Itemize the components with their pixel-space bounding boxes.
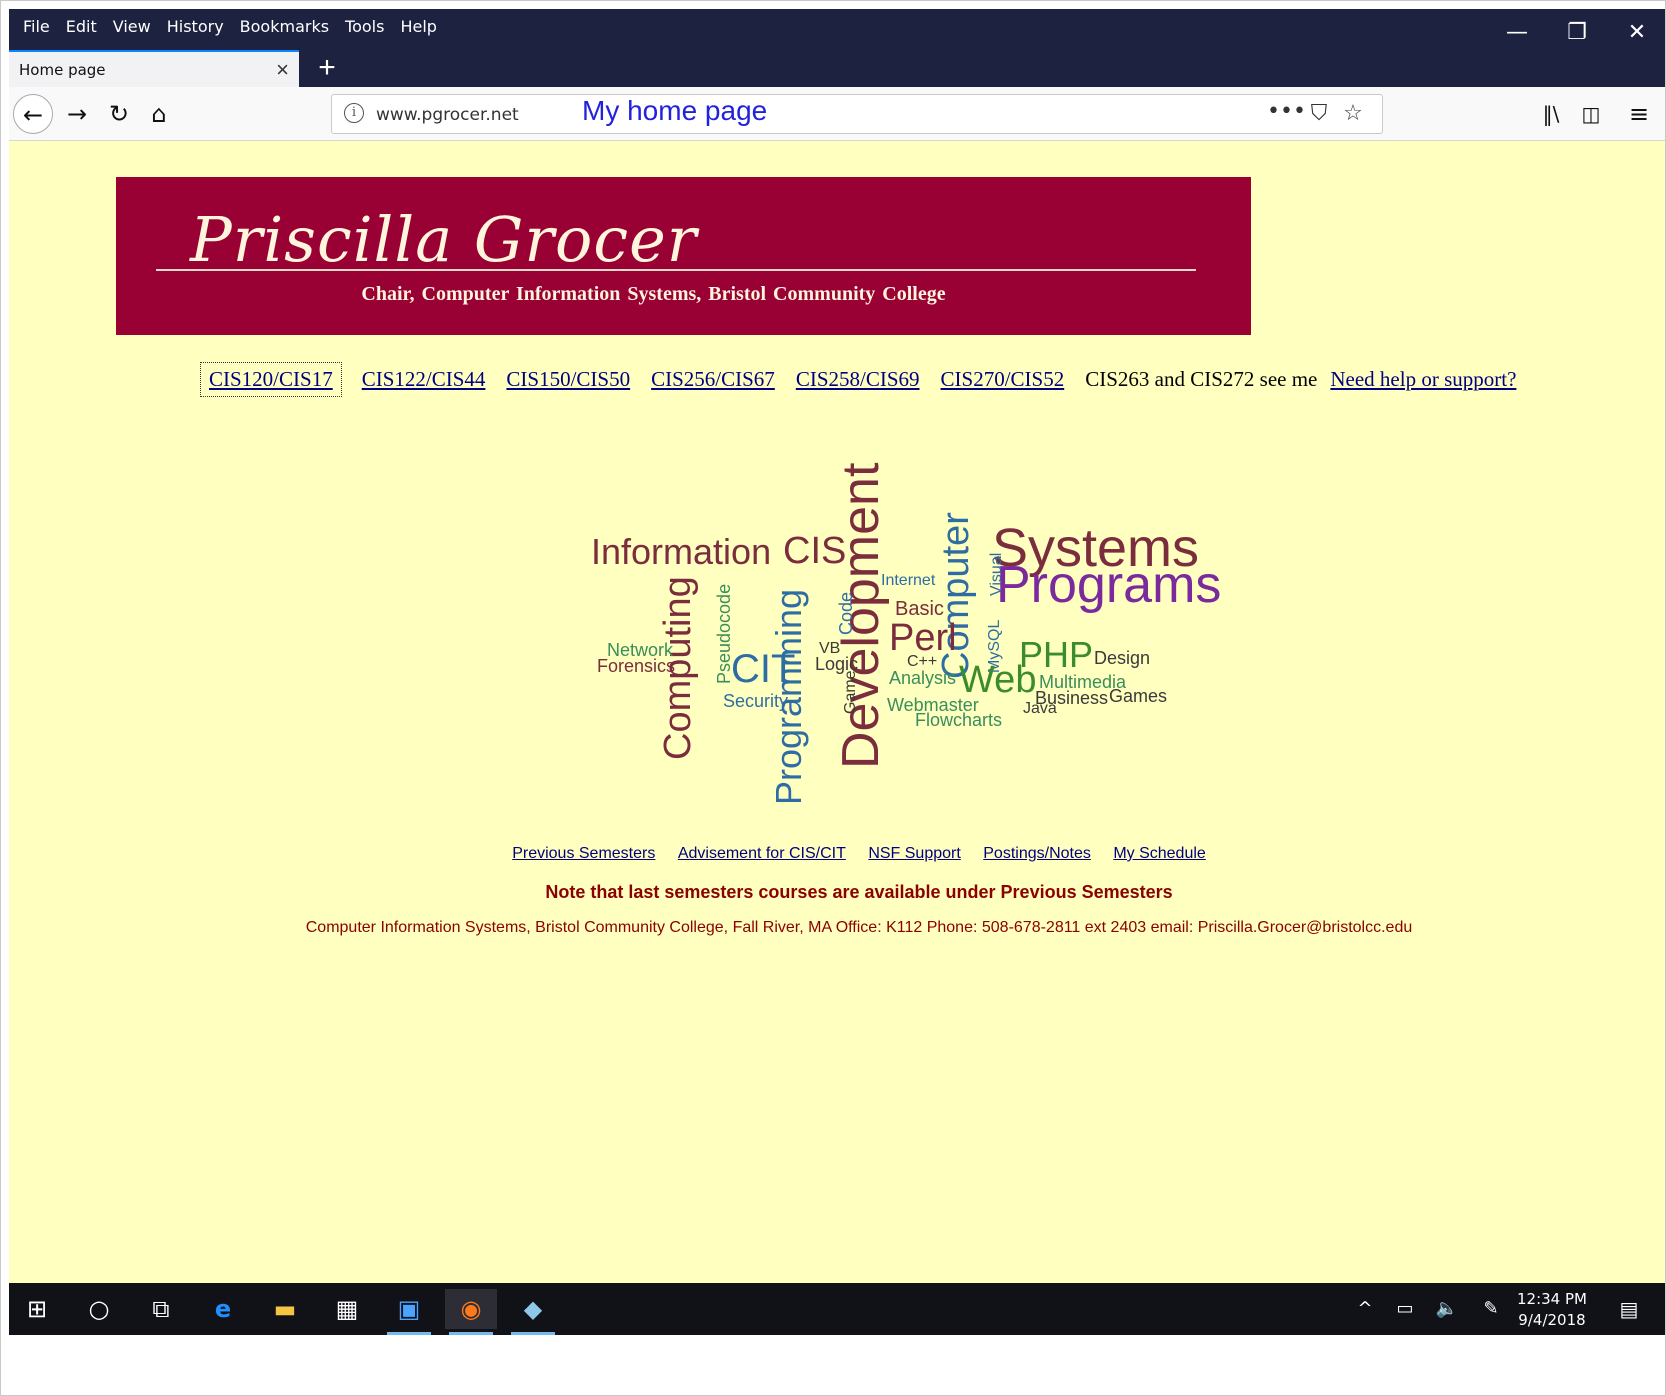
my-schedule-link[interactable]: My Schedule bbox=[1113, 845, 1206, 862]
menu-help[interactable]: Help bbox=[392, 13, 444, 41]
pocket-icon[interactable]: ⛉ bbox=[1304, 101, 1334, 126]
new-tab-icon[interactable]: + bbox=[309, 51, 345, 85]
browser-titlebar: File Edit View History Bookmarks Tools H… bbox=[9, 9, 1665, 87]
notepad-icon[interactable]: ▣ bbox=[383, 1289, 435, 1335]
web-page: Priscilla Grocer Chair, Computer Informa… bbox=[9, 141, 1665, 1283]
word-java: Java bbox=[1023, 700, 1057, 717]
windows-start-icon[interactable]: ⊞ bbox=[11, 1289, 63, 1329]
word-security: Security bbox=[723, 691, 789, 711]
menu-edit[interactable]: Edit bbox=[58, 13, 105, 41]
footer-links: Previous Semesters Advisement for CIS/CI… bbox=[9, 845, 1666, 863]
postings-notes-link[interactable]: Postings/Notes bbox=[983, 845, 1091, 862]
nsf-support-link[interactable]: NSF Support bbox=[868, 845, 960, 862]
word-flowcharts: Flowcharts bbox=[915, 710, 1003, 730]
info-icon[interactable]: i bbox=[344, 103, 364, 123]
url-text[interactable]: www.pgrocer.net bbox=[376, 105, 519, 125]
app-running-indicator bbox=[511, 1332, 555, 1335]
word-information: Information bbox=[591, 531, 772, 572]
forward-arrow-icon[interactable]: → bbox=[57, 94, 97, 134]
notepad-running-indicator bbox=[387, 1332, 431, 1335]
menu-tools[interactable]: Tools bbox=[337, 13, 392, 41]
firefox-running-indicator bbox=[449, 1332, 493, 1335]
word-programs: Programs bbox=[996, 556, 1222, 614]
firefox-icon[interactable]: ◉ bbox=[445, 1289, 497, 1335]
word-basic: Basic bbox=[895, 598, 944, 620]
tab-close-icon[interactable]: × bbox=[276, 57, 289, 83]
word-game: Game bbox=[842, 670, 859, 714]
minimize-icon[interactable]: — bbox=[1489, 15, 1545, 51]
hamburger-menu-icon[interactable]: ≡ bbox=[1619, 94, 1659, 134]
sidebar-icon[interactable]: ◫ bbox=[1571, 94, 1611, 134]
clock[interactable]: 12:34 PM 9/4/2018 bbox=[1517, 1289, 1587, 1331]
ellipsis-icon[interactable]: ••• bbox=[1267, 99, 1306, 124]
word-forensics: Forensics bbox=[597, 656, 676, 676]
screen: File Edit View History Bookmarks Tools H… bbox=[0, 0, 1666, 1396]
menu-bar: File Edit View History Bookmarks Tools H… bbox=[15, 13, 445, 41]
file-explorer-icon[interactable]: ▬ bbox=[259, 1289, 311, 1329]
advisement-link[interactable]: Advisement for CIS/CIT bbox=[678, 845, 846, 862]
word-cit: CIT bbox=[731, 647, 796, 691]
search-circle-icon[interactable]: ○ bbox=[73, 1289, 125, 1329]
tab-title: Home page bbox=[19, 60, 106, 79]
menu-bookmarks[interactable]: Bookmarks bbox=[232, 13, 337, 41]
star-icon[interactable]: ☆ bbox=[1338, 101, 1368, 126]
store-icon[interactable]: ▦ bbox=[321, 1289, 373, 1329]
tab-home-page[interactable]: Home page × bbox=[9, 50, 299, 87]
restore-icon[interactable]: ❐ bbox=[1549, 15, 1605, 51]
word-code: Code bbox=[836, 591, 856, 635]
reload-icon[interactable]: ↻ bbox=[99, 94, 139, 134]
menu-history[interactable]: History bbox=[159, 13, 232, 41]
menu-file[interactable]: File bbox=[15, 13, 58, 41]
taskbar: ⊞ ○ ⧉ e ▬ ▦ ▣ ◉ ◆ ^ ▭ 🔈 ✎ 12:34 PM 9/4/2… bbox=[9, 1283, 1665, 1335]
word-analysis: Analysis bbox=[889, 668, 957, 688]
app-icon[interactable]: ◆ bbox=[507, 1289, 559, 1335]
word-games: Games bbox=[1109, 686, 1168, 706]
word-cloud-image: Information CIS Internet Systems Develop… bbox=[9, 141, 1665, 805]
url-caption: My home page bbox=[582, 95, 768, 126]
word-visual: Visual bbox=[988, 552, 1005, 596]
task-view-icon[interactable]: ⧉ bbox=[135, 1289, 187, 1329]
edge-icon[interactable]: e bbox=[197, 1289, 249, 1329]
clock-time: 12:34 PM bbox=[1517, 1290, 1587, 1308]
word-web: Web bbox=[959, 659, 1037, 701]
semesters-note: Note that last semesters courses are ava… bbox=[545, 882, 1173, 902]
notifications-icon[interactable]: ▤ bbox=[1603, 1289, 1655, 1329]
clock-date: 9/4/2018 bbox=[1518, 1311, 1586, 1329]
url-bar[interactable]: i www.pgrocer.net My home page ••• ⛉ ☆ bbox=[331, 94, 1383, 134]
word-perl: Perl bbox=[889, 617, 957, 659]
word-design: Design bbox=[1094, 648, 1151, 668]
menu-view[interactable]: View bbox=[105, 13, 159, 41]
library-icon[interactable]: ‖\ bbox=[1531, 94, 1571, 134]
previous-semesters-link[interactable]: Previous Semesters bbox=[512, 845, 655, 862]
contact-info: Computer Information Systems, Bristol Co… bbox=[305, 919, 1413, 936]
home-icon[interactable]: ⌂ bbox=[139, 94, 179, 134]
navigation-toolbar: ← → ↻ ⌂ i www.pgrocer.net My home page •… bbox=[9, 87, 1665, 141]
back-arrow-icon[interactable]: ← bbox=[13, 94, 53, 134]
pen-icon[interactable]: ✎ bbox=[1465, 1289, 1517, 1329]
close-icon[interactable]: ✕ bbox=[1609, 15, 1665, 51]
